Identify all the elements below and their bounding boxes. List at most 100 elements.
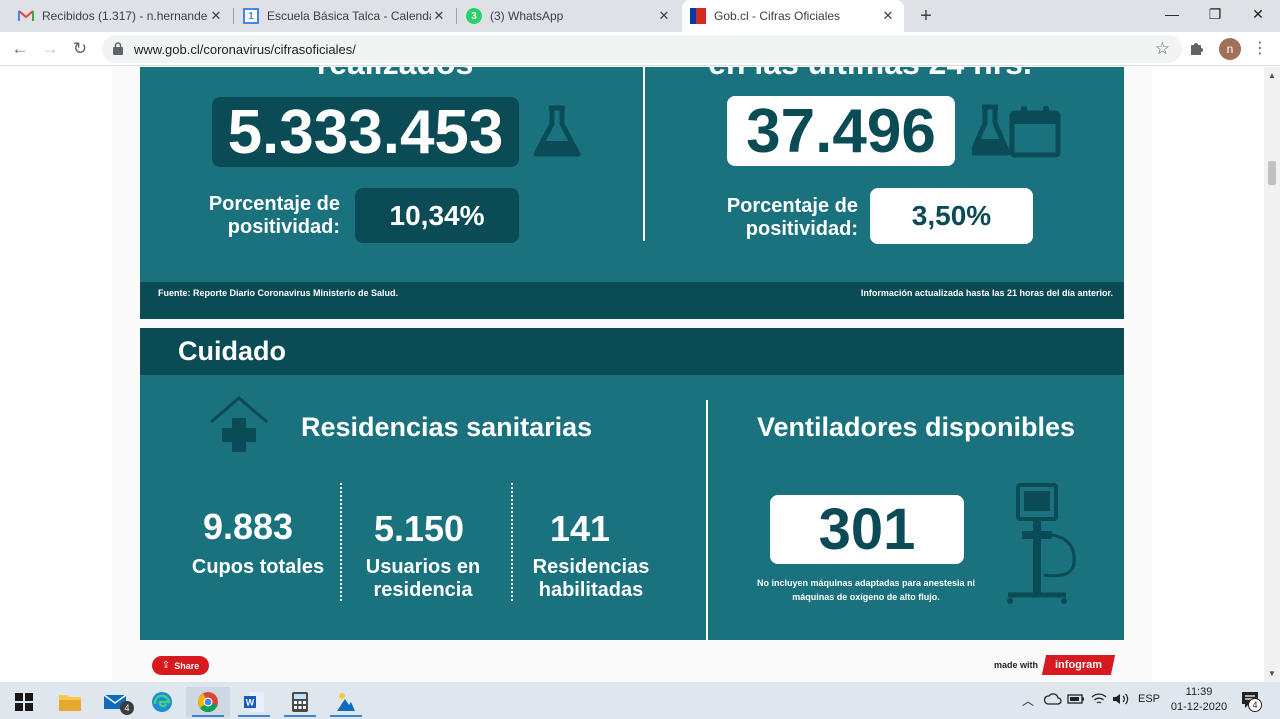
scroll-up-icon[interactable]: ▲ [1268,71,1276,80]
close-window-button[interactable]: ✕ [1237,0,1279,28]
scroll-thumb[interactable] [1268,161,1276,185]
flask-icon [532,105,582,164]
stat-label: Cupos totales [191,556,325,578]
infogram-logo[interactable]: infogram [1041,655,1116,675]
menu-kebab-icon[interactable]: ⋮ [1250,38,1270,60]
tab-separator [456,8,457,24]
stat-value: 9.883 [202,506,294,547]
url-text: www.gob.cl/coronavirus/cifrasoficiales/ [134,42,356,57]
windows-taskbar: 4 W ︿ ESP 11:39 01-12-2020 4 [0,682,1280,719]
tab-gob-cifras[interactable]: Gob.cl - Cifras Oficiales ✕ [682,0,904,32]
battery-icon[interactable] [1067,692,1085,711]
wifi-icon[interactable] [1090,692,1108,711]
ventilators-note: No incluyen máquinas adaptadas para anes… [756,578,976,602]
share-icon: ⇪ [161,660,171,671]
total-positivity-value: 10,34% [355,188,519,243]
notifications-icon[interactable]: 4 [1240,690,1262,715]
daily-positivity-label: Porcentaje de positividad: [726,195,858,240]
tests-total-heading: realizados [250,67,540,82]
active-app-underline [238,715,270,717]
new-tab-button[interactable]: + [914,4,938,28]
house-medical-icon [208,394,270,461]
calendar-icon: 1 [243,8,259,24]
chevron-up-icon[interactable]: ︿ [1022,692,1034,709]
active-app-underline [330,715,362,717]
reload-button[interactable]: ↻ [66,35,94,63]
edge-browser-icon[interactable] [140,687,184,717]
tab-title: Escuela Básica Talca - Calendar - [267,9,431,23]
svg-text:W: W [246,698,255,708]
ventilators-title: Ventiladores disponibles [756,412,1076,442]
bookmark-star-icon[interactable]: ☆ [1155,39,1170,59]
whatsapp-icon: 3 [466,8,482,24]
notifications-badge: 4 [1248,698,1262,712]
word-icon[interactable]: W [232,687,276,717]
photos-icon[interactable] [324,687,368,717]
stat-value: 5.150 [373,508,465,549]
tests-24h-heading: en las últimas 24 hrs. [700,67,1040,82]
stat-label: Usuarios en residencia [365,556,481,601]
lock-icon[interactable] [113,42,123,60]
profile-avatar[interactable]: n [1219,38,1241,60]
mail-icon[interactable]: 4 [94,687,138,717]
share-label: Share [174,660,200,671]
ventilator-icon [1000,483,1082,616]
page-scrollbar[interactable]: ▲ ▼ [1264,67,1280,682]
clock-time: 11:39 [1185,686,1213,698]
minimize-button[interactable]: — [1151,0,1193,28]
total-tests-value: 5.333.453 [212,97,519,167]
clock[interactable]: 11:39 01-12-2020 [1164,685,1234,715]
browser-toolbar: ← → ↻ www.gob.cl/coronavirus/cifrasofici… [0,32,1280,66]
forward-button[interactable]: → [36,35,64,63]
tab-gmail[interactable]: Recibidos (1.317) - n.hernandez@ ✕ [10,0,232,32]
close-icon[interactable]: ✕ [880,8,896,24]
close-icon[interactable]: ✕ [656,8,672,24]
extensions-icon[interactable] [1188,39,1206,62]
tab-whatsapp[interactable]: 3 (3) WhatsApp ✕ [458,0,680,32]
volume-icon[interactable] [1112,692,1130,711]
updated-note: Información actualizada hasta las 21 hor… [860,288,1113,298]
daily-tests-value: 37.496 [727,96,955,166]
residences-title: Residencias sanitarias [301,412,593,442]
share-button[interactable]: ⇪ Share [152,656,209,675]
made-with-label: made with [994,660,1039,670]
scroll-down-icon[interactable]: ▼ [1268,669,1276,678]
mail-badge: 4 [120,701,134,715]
daily-positivity-value: 3,50% [870,188,1033,244]
tests-source-bar: Fuente: Reporte Diario Coronavirus Minis… [140,282,1124,319]
care-panel: Cuidado Residencias sanitarias 9.883 Cup… [140,328,1124,640]
care-divider [706,400,708,640]
total-positivity-label: Porcentaje de positividad: [208,193,340,238]
clock-date: 01-12-2020 [1170,701,1228,713]
close-icon[interactable]: ✕ [208,8,224,24]
browser-tab-strip: Recibidos (1.317) - n.hernandez@ ✕ 1 Esc… [0,0,1280,32]
language-indicator[interactable]: ESP [1138,693,1160,705]
tab-calendar[interactable]: 1 Escuela Básica Talca - Calendar - ✕ [235,0,455,32]
cloud-icon[interactable] [1043,692,1062,711]
tab-separator [233,8,234,24]
file-explorer-icon[interactable] [48,687,92,717]
stat-divider [340,483,342,601]
chrome-browser-icon[interactable] [186,687,230,717]
windows-start-icon[interactable] [2,687,46,717]
close-icon[interactable]: ✕ [431,8,447,24]
back-button[interactable]: ← [6,35,34,63]
tests-divider [643,67,645,241]
ventilators-value: 301 [770,495,964,564]
flask-calendar-icon [969,103,1062,164]
tab-title: Gob.cl - Cifras Oficiales [714,9,841,23]
active-app-underline [192,715,224,717]
address-bar[interactable]: www.gob.cl/coronavirus/cifrasoficiales/ … [102,35,1182,63]
tab-title: Recibidos (1.317) - n.hernandez@ [42,9,208,23]
stat-divider [511,483,513,601]
gmail-icon [18,8,34,24]
care-title: Cuidado [178,336,286,366]
calculator-icon[interactable] [278,687,322,717]
chile-flag-icon [690,8,706,24]
tab-title: (3) WhatsApp [490,9,564,23]
tests-panel: realizados en las últimas 24 hrs. 5.333.… [140,67,1124,319]
stat-label: Residencias habilitadas [532,556,650,601]
care-header: Cuidado [140,328,1124,375]
restore-button[interactable]: ❐ [1194,0,1236,28]
source-note: Fuente: Reporte Diario Coronavirus Minis… [158,288,399,298]
